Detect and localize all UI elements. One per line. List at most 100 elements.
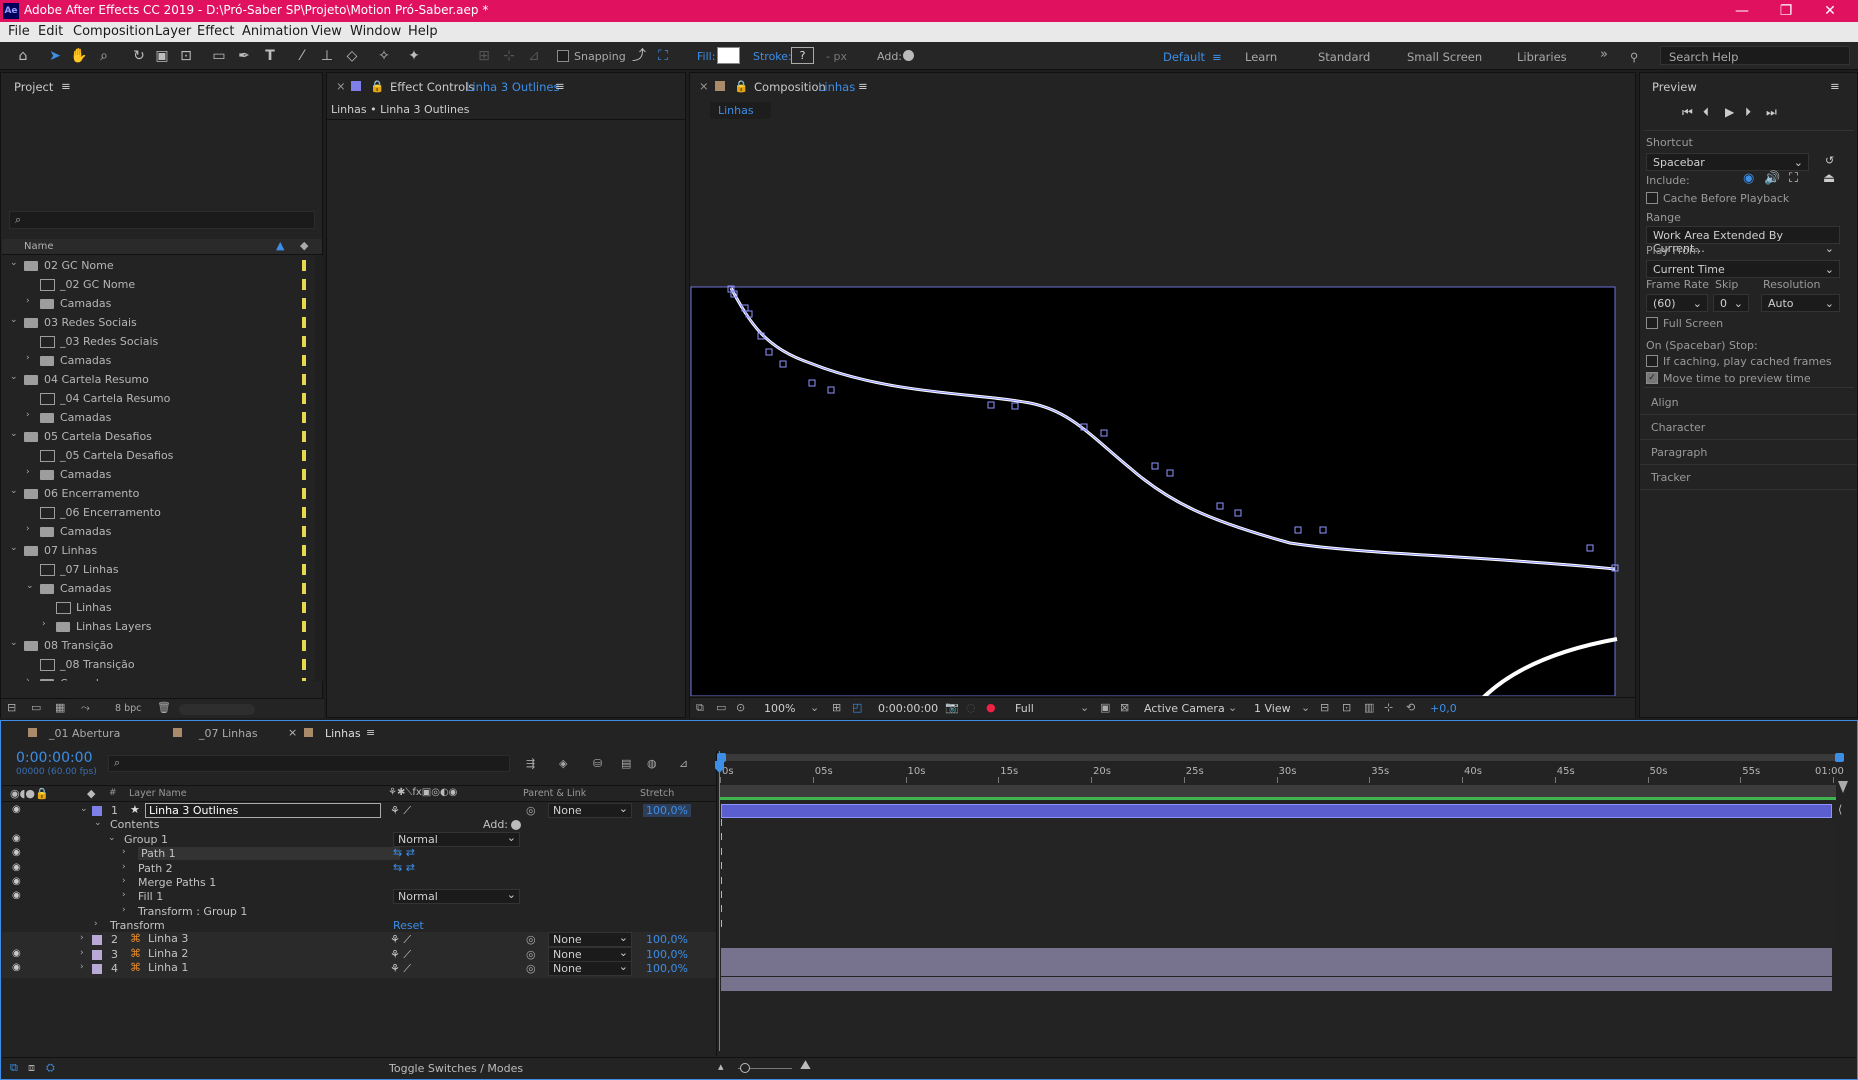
zoom-out-icon[interactable]: ▴ xyxy=(718,1060,724,1073)
pan-behind-tool-icon[interactable]: ⊡ xyxy=(177,47,195,65)
frame-rate-dropdown[interactable]: (60) ⌄ xyxy=(1646,294,1708,312)
comp-navigator-tab[interactable]: Linhas xyxy=(710,102,771,119)
twirl-closed-icon[interactable]: › xyxy=(42,619,46,629)
tab-07-linhas[interactable]: _07 Linhas xyxy=(199,727,258,740)
comp-end-marker-icon[interactable] xyxy=(1838,781,1848,793)
axis-local-icon[interactable]: ⊞ xyxy=(475,47,493,65)
play-from-dropdown[interactable]: Current Time ⌄ xyxy=(1646,260,1840,278)
parent-dropdown[interactable]: None ⌄ xyxy=(548,960,632,976)
tab-linhas[interactable]: Linhas xyxy=(325,727,361,740)
type-tool-icon[interactable]: T xyxy=(261,47,279,65)
include-audio-icon[interactable]: 🔊 xyxy=(1764,171,1780,186)
visibility-eye-icon[interactable]: ◉ xyxy=(12,890,21,901)
draft-3d-icon[interactable]: ◈ xyxy=(559,757,567,770)
timeline-search-input[interactable]: ⌕ xyxy=(108,755,510,772)
menu-window[interactable]: Window xyxy=(350,24,401,39)
camera-tool-icon[interactable]: ▣ xyxy=(153,47,171,65)
last-frame-icon[interactable]: ⏭ xyxy=(1766,105,1777,120)
label-color-swatch[interactable] xyxy=(302,279,306,290)
visibility-eye-icon[interactable]: ◉ xyxy=(12,833,21,844)
snap-features-icon[interactable]: ⛶ xyxy=(654,47,672,65)
composition-menu-icon[interactable]: ≡ xyxy=(858,79,868,93)
menu-edit[interactable]: Edit xyxy=(38,24,63,39)
label-color-swatch[interactable] xyxy=(302,431,306,442)
toggle-switches-modes-button[interactable]: Toggle Switches / Modes xyxy=(389,1062,523,1075)
external-monitor-icon[interactable]: ⏏ xyxy=(1823,171,1835,186)
restore-button[interactable]: ❐ xyxy=(1766,1,1806,21)
twirl-closed-icon[interactable]: › xyxy=(26,353,30,363)
viewer-canvas[interactable] xyxy=(690,123,1635,696)
comp-flowchart-icon[interactable]: ⊹ xyxy=(1384,701,1393,714)
previous-frame-icon[interactable]: ⏴ xyxy=(1703,105,1709,120)
twirl-open-icon[interactable]: ⌄ xyxy=(10,543,18,553)
project-item[interactable]: _02 GC Nome xyxy=(2,275,324,294)
layer-switches[interactable]: ⚘ ⟋ xyxy=(390,804,411,818)
project-item[interactable]: _06 Encerramento xyxy=(2,503,324,522)
puppet-tool-icon[interactable]: ✦ xyxy=(405,47,423,65)
label-color-swatch[interactable] xyxy=(302,621,306,632)
add-shape-button[interactable] xyxy=(903,50,914,61)
zoom-tool-icon[interactable]: ⌕ xyxy=(95,47,113,65)
contents-add-button[interactable] xyxy=(511,820,521,830)
property-name[interactable]: Contents xyxy=(110,818,159,831)
current-time-display[interactable]: 0:00:00:00 xyxy=(878,702,938,715)
project-scrollbar[interactable] xyxy=(315,256,323,681)
effect-controls-menu-icon[interactable]: ≡ xyxy=(555,79,565,93)
layer-label-swatch[interactable] xyxy=(92,806,102,816)
label-color-swatch[interactable] xyxy=(302,564,306,575)
project-item[interactable]: › Camadas xyxy=(2,465,324,484)
label-color-swatch[interactable] xyxy=(302,602,306,613)
twirl-closed-icon[interactable]: › xyxy=(94,919,98,929)
twirl-closed-icon[interactable]: › xyxy=(122,905,126,915)
twirl-open-icon[interactable]: ⌄ xyxy=(26,581,34,591)
twirl-closed-icon[interactable]: › xyxy=(26,296,30,306)
snap-edges-icon[interactable]: ⤴ xyxy=(630,47,648,65)
stretch-value[interactable]: 100,0% xyxy=(643,933,691,946)
brush-tool-icon[interactable]: ⁄ xyxy=(293,47,311,65)
twirl-closed-icon[interactable]: › xyxy=(122,890,126,900)
sort-ascending-icon[interactable]: ▲ xyxy=(276,239,284,252)
parent-pickwhip-icon[interactable]: ◎ xyxy=(526,933,536,946)
view-layout-dropdown[interactable]: 1 View xyxy=(1254,702,1291,715)
layer-bar-linha-1[interactable] xyxy=(721,977,1832,991)
work-area-end-handle[interactable] xyxy=(1835,753,1844,762)
menu-effect[interactable]: Effect xyxy=(197,24,234,39)
timeline-timecode[interactable]: 0:00:00:00 xyxy=(16,750,93,766)
twirl-open-icon[interactable]: ⌄ xyxy=(10,315,18,325)
project-item[interactable]: _04 Cartela Resumo xyxy=(2,389,324,408)
fill-swatch[interactable] xyxy=(717,47,740,64)
project-column-header[interactable]: Name ▲ ◆ xyxy=(2,239,322,255)
property-name[interactable]: Merge Paths 1 xyxy=(138,876,216,889)
visibility-eye-icon[interactable]: ◉ xyxy=(12,804,21,815)
label-color-swatch[interactable] xyxy=(302,355,306,366)
project-item[interactable]: ⌄ 06 Encerramento xyxy=(2,484,324,503)
menu-view[interactable]: View xyxy=(311,24,342,39)
menu-composition[interactable]: Composition xyxy=(73,24,154,39)
label-color-swatch[interactable] xyxy=(302,545,306,556)
effect-controls-close-icon[interactable]: × xyxy=(336,79,346,93)
project-item[interactable]: _03 Redes Sociais xyxy=(2,332,324,351)
mask-visibility-icon[interactable]: ◰ xyxy=(852,701,862,714)
cache-before-playback-checkbox[interactable] xyxy=(1646,192,1658,204)
monitor-icon[interactable]: ▭ xyxy=(716,701,726,714)
current-time-indicator[interactable] xyxy=(719,751,720,1051)
twirl-open-icon[interactable]: ⌄ xyxy=(94,818,102,828)
clone-stamp-tool-icon[interactable]: ⊥ xyxy=(318,47,336,65)
skip-dropdown[interactable]: 0 ⌄ xyxy=(1713,294,1749,312)
project-item[interactable]: › Camadas xyxy=(2,674,324,681)
visibility-eye-icon[interactable]: ◉ xyxy=(12,847,21,858)
twirl-closed-icon[interactable]: › xyxy=(80,933,84,943)
twirl-closed-icon[interactable]: › xyxy=(122,862,126,872)
workspace-default[interactable]: Default xyxy=(1163,50,1205,64)
move-time-checkbox[interactable]: ✓ xyxy=(1646,372,1658,384)
label-color-swatch[interactable] xyxy=(302,659,306,670)
layer-bar-linha-3-outlines[interactable] xyxy=(721,804,1832,818)
character-section[interactable]: Character xyxy=(1640,415,1857,440)
snapshot-icon[interactable]: 📷 xyxy=(945,701,959,714)
close-button[interactable]: ✕ xyxy=(1810,1,1850,21)
twirl-closed-icon[interactable]: › xyxy=(80,962,84,972)
stretch-value[interactable]: 100,0% xyxy=(643,962,691,975)
parent-pickwhip-icon[interactable]: ◎ xyxy=(526,962,536,975)
project-item[interactable]: ⌄ 05 Cartela Desafios xyxy=(2,427,324,446)
camera-chevron-icon[interactable]: ⌄ xyxy=(1228,701,1237,714)
